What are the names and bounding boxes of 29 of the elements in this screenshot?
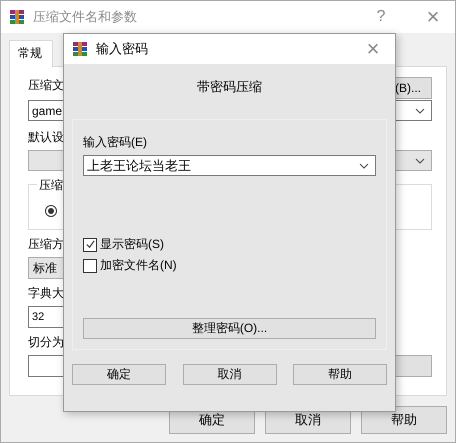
radio-button[interactable] (45, 205, 57, 217)
window-title: 压缩文件名和参数 (33, 8, 138, 26)
chevron-icon (415, 158, 425, 164)
chevron-icon (359, 162, 369, 168)
field-label: 压缩文 (28, 77, 64, 94)
books-icon (9, 9, 25, 25)
dialog-button[interactable]: 确定 (72, 364, 166, 385)
organize-passwords-button[interactable]: 整理密码(O)... (83, 318, 376, 339)
field-label: 默认设 (28, 129, 64, 146)
checkbox[interactable] (83, 258, 97, 272)
dialog-button[interactable]: 帮助 (361, 406, 447, 434)
checkbox-label: 显示密码(S) (100, 236, 164, 253)
tab[interactable]: 常规 (9, 40, 53, 67)
dialog-title: 输入密码 (96, 40, 149, 58)
books-icon (72, 41, 88, 57)
field-label: 压缩方 (28, 236, 64, 253)
password-field[interactable]: 上老王论坛当老王 (83, 155, 376, 176)
dialog-button[interactable]: 帮助 (293, 364, 387, 385)
close-button[interactable]: × (411, 4, 455, 30)
field-label: 字典大 (28, 285, 64, 302)
checkbox-label: 加密文件名(N) (100, 257, 177, 274)
help-button[interactable]: ? (359, 8, 403, 26)
checkbox[interactable] (83, 238, 97, 252)
dialog-button[interactable]: 取消 (182, 364, 276, 385)
dialog-heading: 带密码压缩 (196, 78, 263, 96)
chevron-icon (415, 108, 425, 114)
close-button[interactable]: × (351, 36, 395, 62)
password-label: 输入密码(E) (83, 134, 147, 151)
field-label: 切分为 (28, 334, 64, 351)
